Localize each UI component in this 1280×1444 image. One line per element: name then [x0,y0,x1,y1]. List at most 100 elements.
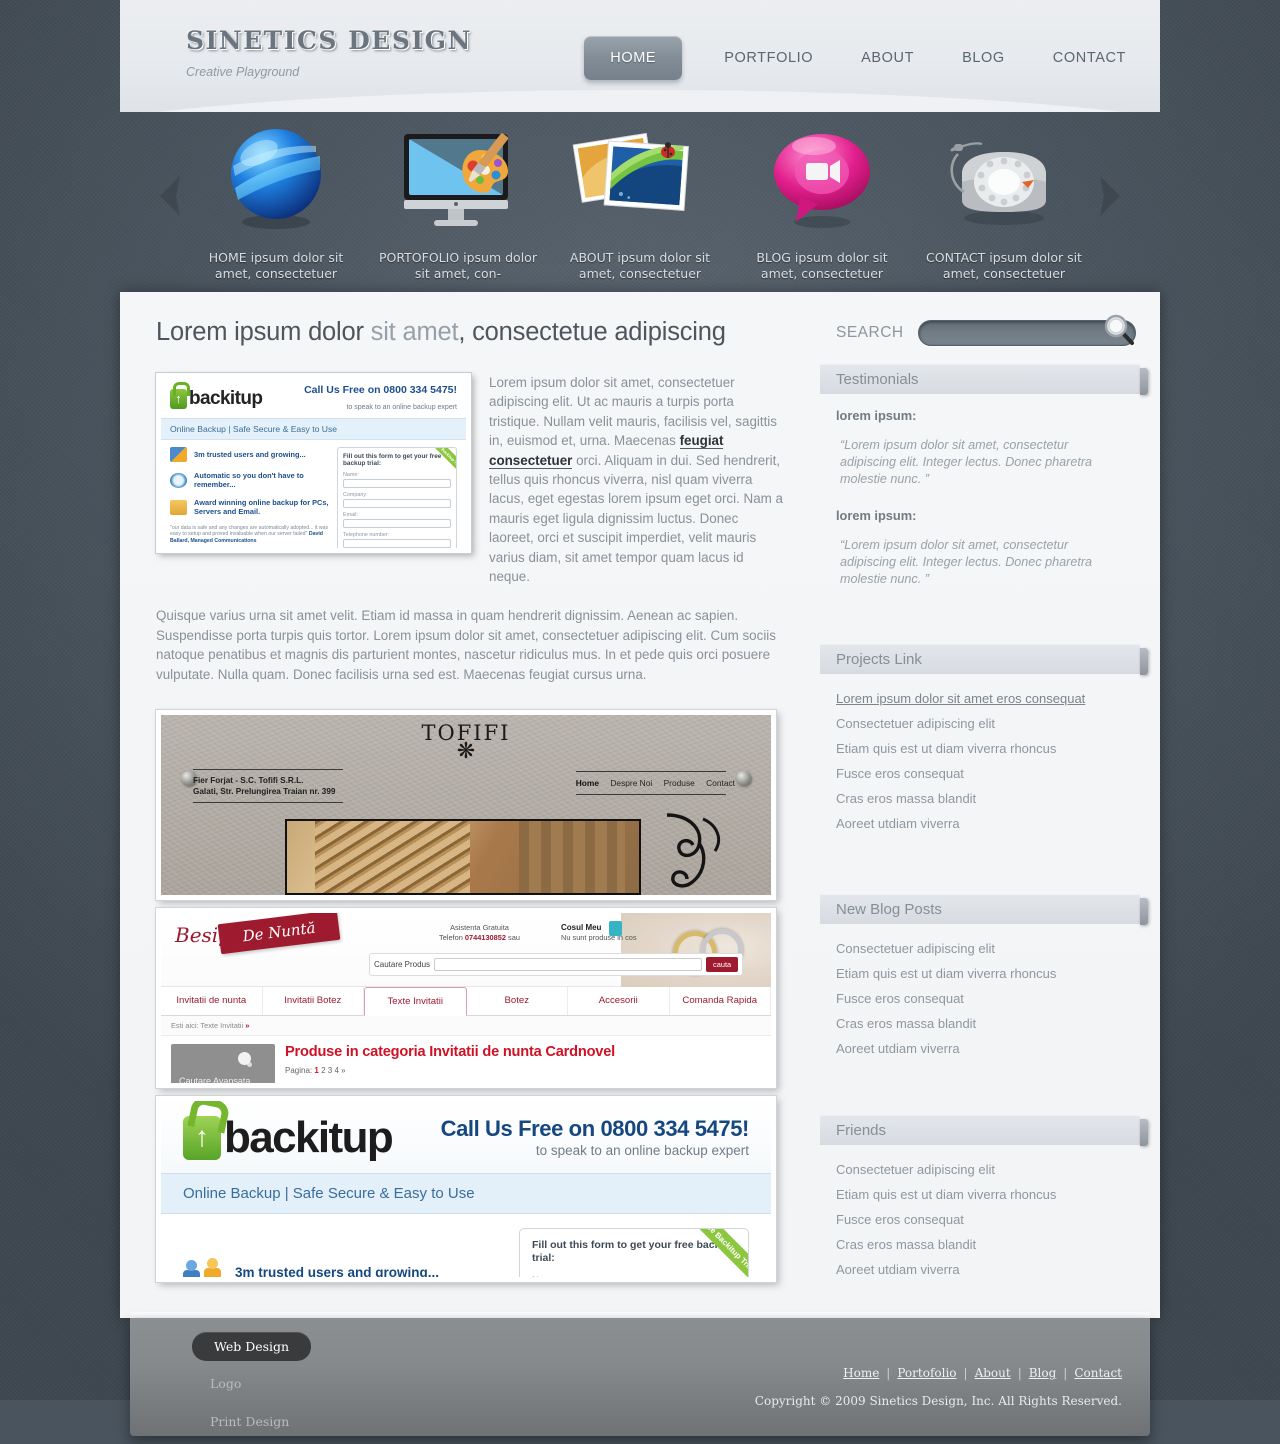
denunta-tab-accesorii[interactable]: Accesorii [568,987,670,1016]
friends-list: Consectetuer adipiscing elit Etiam quis … [836,1159,1124,1278]
friend-link[interactable]: Fusce eros consequat [836,1212,964,1227]
category-title: Produse in categoria Invitatii de nunta … [285,1044,615,1061]
footer-link-contact[interactable]: Contact [1074,1366,1122,1380]
testimonial-quote: “Lorem ipsum dolor sit amet, consectetur… [840,438,1093,486]
blog-link[interactable]: Cras eros massa blandit [836,1016,976,1031]
page-1[interactable]: 1 [314,1066,318,1075]
nav-item-about[interactable]: ABOUT [837,40,938,76]
denunta-search-input[interactable] [434,958,703,972]
field-email[interactable] [343,519,451,528]
list-item[interactable]: Fusce eros consequat [836,988,1124,1007]
search-row: SEARCH [820,306,1140,364]
carousel-prev-arrow-icon[interactable] [154,173,188,219]
portfolio-thumbnail-backitup[interactable]: backitup Call Us Free on 0800 334 5475! … [155,372,472,554]
list-item[interactable]: Consectetuer adipiscing elit [836,938,1124,957]
denunta-tab-comanda-rapida[interactable]: Comanda Rapida [670,987,771,1016]
field-phone[interactable] [343,539,451,548]
blog-link[interactable]: Fusce eros consequat [836,991,964,1006]
list-item[interactable]: Consectetuer adipiscing elit [836,713,1124,732]
field-company[interactable] [343,499,451,508]
footer-link-about[interactable]: About [975,1366,1011,1380]
friend-link[interactable]: Cras eros massa blandit [836,1237,976,1252]
page-4[interactable]: 4 [334,1066,338,1075]
backitup-trial-form[interactable]: Free Backitup Trial Fill out this form t… [337,447,457,553]
wrought-iron-ornament-icon [659,811,729,891]
blog-link[interactable]: Etiam quis est ut diam viverra rhoncus [836,966,1056,981]
page-next[interactable]: » [341,1066,345,1075]
paragraph-text-b: orci. Aliquam in dui. Sed hendrerit, tel… [489,452,783,585]
denunta-advanced-search[interactable]: Cautare Avansata [171,1044,275,1084]
friend-link[interactable]: Etiam quis est ut diam viverra rhoncus [836,1187,1056,1202]
denunta-tab-botez[interactable]: Botez [467,987,568,1016]
secondary-paragraph: Quisque varius urna sit amet velit. Etia… [156,608,776,682]
nav-item-contact[interactable]: CONTACT [1029,40,1150,76]
field-name[interactable] [343,479,451,488]
tofifi-nav-despre[interactable]: Despre Noi [610,778,652,788]
magnifier-icon[interactable] [1101,312,1141,356]
carousel-item-home[interactable]: HOME ipsum dolor sit amet, consectetuer [188,124,364,282]
footer-link-portofolio[interactable]: Portofolio [897,1366,956,1380]
nav-item-home[interactable]: HOME [584,36,683,80]
list-item[interactable]: Aoreet utdiam viverra [836,813,1124,832]
list-item[interactable]: Fusce eros consequat [836,1209,1124,1228]
list-item[interactable]: Consectetuer adipiscing elit [836,1159,1124,1178]
assist-phone: 0744130852 [464,933,506,943]
footer-tab-logo[interactable]: Logo [192,1368,412,1399]
denunta-tab-invitatii-nunta[interactable]: Invitatii de nunta [161,987,263,1016]
carousel-item-about[interactable]: ABOUT ipsum dolor sit amet, consectetuer [552,124,728,282]
project-link[interactable]: Cras eros massa blandit [836,791,976,806]
carousel-next-arrow-icon[interactable] [1092,173,1126,219]
search-field[interactable] [917,314,1136,346]
nav-item-blog[interactable]: BLOG [938,40,1029,76]
footer-link-blog[interactable]: Blog [1029,1366,1057,1380]
list-item[interactable]: Lorem ipsum dolor sit amet eros consequa… [836,688,1124,707]
denunta-assistance: Asistenta Gratuita Telefon 0744130852 sa… [439,923,520,943]
list-item[interactable]: Cras eros massa blandit [836,788,1124,807]
footer-link-home[interactable]: Home [843,1366,879,1380]
project-link[interactable]: Etiam quis est ut diam viverra rhoncus [836,741,1056,756]
denunta-tab-texte-invitatii[interactable]: Texte Invitatii [364,987,467,1017]
blog-link[interactable]: Consectetuer adipiscing elit [836,941,995,956]
list-item[interactable]: Etiam quis est ut diam viverra rhoncus [836,738,1124,757]
project-link[interactable]: Lorem ipsum dolor sit amet eros consequa… [836,691,1085,706]
list-item[interactable]: Etiam quis est ut diam viverra rhoncus [836,1184,1124,1203]
denunta-cart[interactable]: Cosul Meu Nu sunt produse in cos [561,923,637,943]
carousel-item-portfolio[interactable]: PORTOFOLIO ipsum dolor sit amet, con- [370,124,546,282]
portfolio-screenshot-backitup-large[interactable]: backitup Call Us Free on 0800 334 5475! … [155,1095,777,1284]
portfolio-screenshot-denunta[interactable]: Besign De Nuntă Asistenta Gratuita Telef… [155,907,777,1090]
carousel-item-blog[interactable]: BLOG ipsum dolor sit amet, consectetuer [734,124,910,282]
friend-link[interactable]: Consectetuer adipiscing elit [836,1162,995,1177]
trial-submit-button[interactable]: Get a Free Online Backup Trial Now! [343,552,451,553]
carousel-item-contact[interactable]: CONTACT ipsum dolor sit amet, consectetu… [916,124,1092,282]
footer-separator: | [1017,1366,1022,1380]
page-2[interactable]: 2 [321,1066,325,1075]
denunta-tab-invitatii-botez[interactable]: Invitatii Botez [263,987,364,1016]
list-item[interactable]: Aoreet utdiam viverra [836,1259,1124,1278]
panel-body: Consectetuer adipiscing elit Etiam quis … [820,924,1140,1093]
portfolio-screenshot-tofifi[interactable]: TOFIFI ❋ Fier Forjat - S.C. Tofifi S.R.L… [155,709,777,902]
site-logo[interactable]: SINETICS DESIGN Creative Playground [186,26,472,79]
assist-line1: Asistenta Gratuita [450,923,509,933]
project-link[interactable]: Consectetuer adipiscing elit [836,716,995,731]
nav-item-portfolio[interactable]: PORTFOLIO [700,40,837,76]
backitup-trial-form-large[interactable]: Free Backitup Trial Fill out this form t… [519,1228,749,1278]
list-item[interactable]: Cras eros massa blandit [836,1234,1124,1253]
friend-link[interactable]: Aoreet utdiam viverra [836,1262,960,1277]
list-item[interactable]: Etiam quis est ut diam viverra rhoncus [836,963,1124,982]
tofifi-nav-home[interactable]: Home [576,778,599,788]
intro-block: backitup Call Us Free on 0800 334 5475! … [155,372,786,586]
list-item[interactable]: Aoreet utdiam viverra [836,1038,1124,1057]
tofifi-nav-produse[interactable]: Produse [664,778,695,788]
list-item[interactable]: Cras eros massa blandit [836,1013,1124,1032]
tofifi-nav-contact[interactable]: Contact [706,778,735,788]
project-link[interactable]: Fusce eros consequat [836,766,964,781]
page-3[interactable]: 3 [328,1066,332,1075]
denunta-search-button[interactable]: cauta [706,957,739,973]
footer-tab-print-design[interactable]: Print Design [192,1406,412,1437]
project-link[interactable]: Aoreet utdiam viverra [836,816,960,831]
list-item[interactable]: Fusce eros consequat [836,763,1124,782]
blog-link[interactable]: Aoreet utdiam viverra [836,1041,960,1056]
footer-tab-web-design[interactable]: Web Design [192,1332,312,1361]
panel-header: Testimonials [820,364,1148,395]
blog-list: Consectetuer adipiscing elit Etiam quis … [836,938,1124,1057]
